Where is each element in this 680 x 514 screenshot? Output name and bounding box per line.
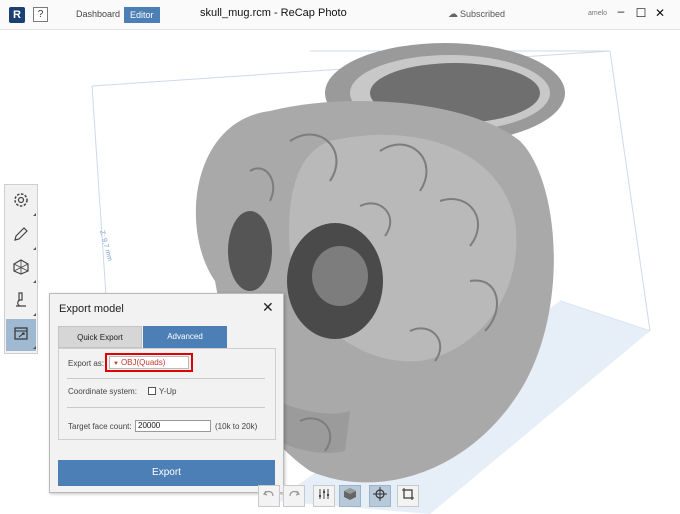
left-toolbar	[4, 184, 38, 354]
recap-logo: R	[9, 7, 25, 23]
sliders-icon	[317, 487, 331, 506]
subscription-status: ☁ Subscribed	[448, 9, 505, 20]
undo-icon	[262, 487, 276, 506]
maximize-button[interactable]: ☐	[634, 6, 648, 20]
pivot-button[interactable]	[369, 485, 391, 507]
document-title: skull_mug.rcm - ReCap Photo	[200, 7, 347, 19]
tab-quick-export[interactable]: Quick Export	[58, 326, 142, 348]
tool-menu-indicator	[33, 313, 36, 316]
face-count-input[interactable]: 20000	[135, 420, 211, 432]
export-icon	[12, 324, 30, 347]
panel-title: Export model	[59, 303, 124, 315]
target-face-count-label: Target face count:	[68, 422, 132, 431]
undo-button[interactable]	[258, 485, 280, 507]
tool-menu-indicator	[33, 346, 36, 349]
format-highlight-box	[105, 353, 193, 372]
tab-advanced[interactable]: Advanced	[143, 326, 227, 348]
tool-menu-indicator	[33, 247, 36, 250]
redo-icon	[287, 487, 301, 506]
export-model-panel: Export model ✕ Quick Export Advanced Exp…	[49, 293, 284, 493]
minimize-button[interactable]: –	[614, 4, 628, 18]
close-button[interactable]: ✕	[653, 6, 667, 20]
y-up-checkbox[interactable]	[148, 387, 156, 395]
face-count-range: (10k to 20k)	[215, 422, 258, 431]
gear-icon	[12, 191, 30, 214]
subscribed-label: Subscribed	[460, 9, 506, 19]
export-as-label: Export as:	[68, 359, 105, 368]
export-button[interactable]: Export	[58, 460, 275, 486]
tool-settings[interactable]	[6, 186, 36, 218]
pencil-icon	[12, 225, 30, 248]
crop-icon	[401, 487, 415, 506]
y-up-label: Y-Up	[159, 387, 177, 396]
microscope-icon	[12, 291, 30, 314]
bottom-toolbar	[258, 485, 422, 512]
tool-edit[interactable]	[6, 220, 36, 252]
tool-menu-indicator	[33, 280, 36, 283]
tool-menu-indicator	[33, 213, 36, 216]
coordinate-system-label: Coordinate system:	[68, 387, 137, 396]
adjust-button[interactable]	[313, 485, 335, 507]
divider	[67, 407, 265, 408]
mesh-icon	[12, 258, 30, 281]
tool-export[interactable]	[6, 319, 36, 351]
panel-close-button[interactable]: ✕	[262, 299, 274, 316]
redo-button[interactable]	[283, 485, 305, 507]
crop-button[interactable]	[397, 485, 419, 507]
svg-text:Z: 9.7 mm: Z: 9.7 mm	[98, 230, 113, 262]
user-name[interactable]: amelo	[588, 10, 607, 17]
cloud-icon: ☁	[448, 9, 458, 20]
tool-mesh[interactable]	[6, 253, 36, 285]
cube-icon	[343, 487, 357, 506]
nav-dashboard[interactable]: Dashboard	[76, 9, 120, 19]
help-button[interactable]: ?	[33, 7, 48, 22]
tool-analyze[interactable]	[6, 286, 36, 318]
shading-button[interactable]	[339, 485, 361, 507]
advanced-options: Export as: ▼ OBJ(Quads) Coordinate system…	[58, 348, 276, 440]
title-bar: R ? Dashboard Editor skull_mug.rcm - ReC…	[0, 0, 680, 30]
target-icon	[373, 486, 387, 506]
nav-editor[interactable]: Editor	[124, 7, 160, 23]
divider	[67, 378, 265, 379]
